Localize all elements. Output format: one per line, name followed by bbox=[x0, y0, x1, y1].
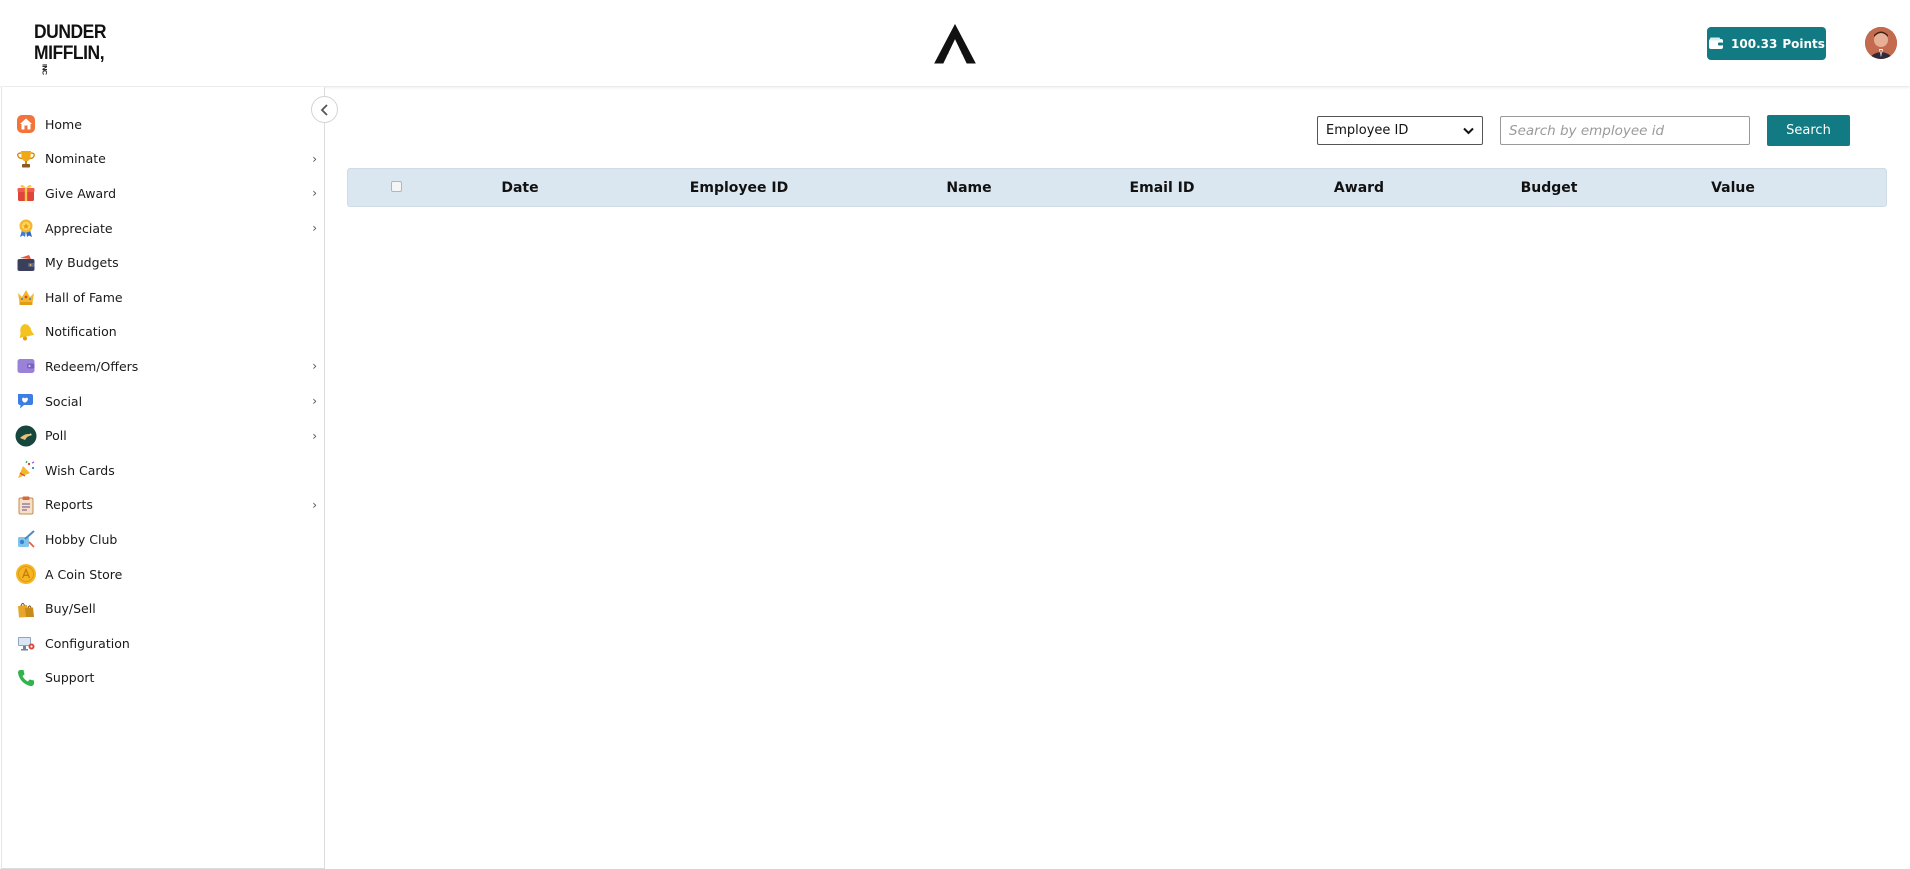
logo-suffix: INC bbox=[40, 64, 47, 75]
search-input[interactable] bbox=[1500, 116, 1750, 145]
chevron-right-icon: › bbox=[312, 359, 317, 374]
sidebar-collapse-button[interactable] bbox=[311, 96, 338, 123]
medal-icon bbox=[15, 217, 37, 239]
column-header-date[interactable]: Date bbox=[501, 169, 538, 206]
sidebar-item-label: Reports bbox=[45, 497, 93, 513]
home-icon bbox=[15, 113, 37, 135]
filter-selected-value: Employee ID bbox=[1326, 123, 1409, 138]
logo-line-2: MIFFLIN,INC bbox=[34, 43, 105, 75]
sidebar-item-label: Redeem/Offers bbox=[45, 358, 139, 374]
shopping-bags-icon bbox=[15, 598, 37, 620]
sidebar-item-a-coin-store[interactable]: A Coin Store bbox=[2, 557, 326, 592]
sidebar-item-home[interactable]: Home bbox=[2, 107, 326, 142]
sidebar-item-label: Poll bbox=[45, 428, 67, 444]
sidebar-item-nominate[interactable]: Nominate › bbox=[2, 142, 326, 177]
column-header-award[interactable]: Award bbox=[1334, 169, 1384, 206]
sidebar-item-label: Hobby Club bbox=[45, 531, 118, 547]
search-filter-dropdown[interactable]: Employee ID bbox=[1317, 116, 1483, 145]
points-label: Points bbox=[1782, 36, 1825, 51]
sidebar-item-give-award[interactable]: Give Award › bbox=[2, 176, 326, 211]
column-header-name[interactable]: Name bbox=[946, 169, 991, 206]
points-balance-button[interactable]: 100.33 Points bbox=[1707, 27, 1826, 60]
gift-icon bbox=[15, 182, 37, 204]
chevron-right-icon: › bbox=[312, 428, 317, 443]
chevron-down-icon bbox=[1463, 127, 1474, 134]
chevron-right-icon: › bbox=[312, 221, 317, 236]
clipboard-icon bbox=[15, 494, 37, 516]
app-logo-icon[interactable] bbox=[934, 24, 976, 64]
table-header-row: Date Employee ID Name Email ID Award Bud… bbox=[347, 168, 1887, 207]
logo-line-1: DUNDER bbox=[34, 22, 107, 43]
sidebar: Home Nominate › Give Award › Appreciate … bbox=[1, 87, 325, 869]
chevron-right-icon: › bbox=[312, 151, 317, 166]
sidebar-item-reports[interactable]: Reports › bbox=[2, 488, 326, 523]
sidebar-item-notification[interactable]: Notification bbox=[2, 315, 326, 350]
sidebar-item-appreciate[interactable]: Appreciate › bbox=[2, 211, 326, 246]
sidebar-item-label: Wish Cards bbox=[45, 462, 115, 478]
column-header-employee-id[interactable]: Employee ID bbox=[690, 169, 788, 206]
sidebar-item-configuration[interactable]: Configuration bbox=[2, 626, 326, 661]
sidebar-item-wish-cards[interactable]: Wish Cards bbox=[2, 453, 326, 488]
sidebar-item-label: Nominate bbox=[45, 151, 106, 167]
sidebar-item-label: Configuration bbox=[45, 635, 130, 651]
phone-icon bbox=[15, 667, 37, 689]
sidebar-item-label: A Coin Store bbox=[45, 566, 123, 582]
poll-icon bbox=[15, 425, 37, 447]
coin-icon bbox=[15, 563, 37, 585]
chevron-right-icon: › bbox=[312, 497, 317, 512]
sidebar-item-label: Hall of Fame bbox=[45, 289, 123, 305]
points-value: 100.33 bbox=[1731, 36, 1778, 51]
sidebar-item-my-budgets[interactable]: My Budgets bbox=[2, 245, 326, 280]
sidebar-item-label: Support bbox=[45, 670, 95, 686]
bell-icon bbox=[15, 321, 37, 343]
top-header: DUNDER MIFFLIN,INC 100.33 Points bbox=[0, 0, 1910, 86]
column-header-value[interactable]: Value bbox=[1711, 169, 1755, 206]
search-button[interactable]: Search bbox=[1767, 115, 1850, 146]
hobby-icon bbox=[15, 528, 37, 550]
sidebar-item-redeem-offers[interactable]: Redeem/Offers › bbox=[2, 349, 326, 384]
sidebar-item-label: Give Award bbox=[45, 185, 117, 201]
sidebar-item-buy-sell[interactable]: Buy/Sell bbox=[2, 591, 326, 626]
wallet-icon bbox=[15, 252, 37, 274]
user-photo-icon bbox=[1865, 27, 1897, 59]
company-logo[interactable]: DUNDER MIFFLIN,INC bbox=[34, 22, 108, 75]
sidebar-item-label: Appreciate bbox=[45, 220, 113, 236]
user-avatar[interactable] bbox=[1865, 27, 1897, 59]
party-popper-icon bbox=[15, 459, 37, 481]
chevron-right-icon: › bbox=[312, 186, 317, 201]
sidebar-item-support[interactable]: Support bbox=[2, 661, 326, 696]
trophy-icon bbox=[15, 148, 37, 170]
sidebar-item-hobby-club[interactable]: Hobby Club bbox=[2, 522, 326, 557]
chat-icon bbox=[15, 390, 37, 412]
sidebar-item-label: Notification bbox=[45, 324, 117, 340]
sidebar-item-hall-of-fame[interactable]: Hall of Fame bbox=[2, 280, 326, 315]
select-all-checkbox[interactable] bbox=[391, 181, 402, 192]
sidebar-item-label: Buy/Sell bbox=[45, 601, 96, 617]
column-header-budget[interactable]: Budget bbox=[1521, 169, 1578, 206]
purse-icon bbox=[15, 355, 37, 377]
sidebar-item-social[interactable]: Social › bbox=[2, 384, 326, 419]
sidebar-nav: Home Nominate › Give Award › Appreciate … bbox=[2, 107, 326, 695]
sidebar-item-label: Home bbox=[45, 116, 82, 132]
wallet-icon bbox=[1709, 37, 1724, 49]
sidebar-item-label: My Budgets bbox=[45, 255, 119, 271]
column-header-email-id[interactable]: Email ID bbox=[1130, 169, 1195, 206]
sidebar-item-poll[interactable]: Poll › bbox=[2, 418, 326, 453]
chevron-right-icon: › bbox=[312, 394, 317, 409]
sidebar-item-label: Social bbox=[45, 393, 83, 409]
settings-monitor-icon bbox=[15, 632, 37, 654]
crown-icon bbox=[15, 286, 37, 308]
chevron-left-icon bbox=[320, 103, 328, 116]
